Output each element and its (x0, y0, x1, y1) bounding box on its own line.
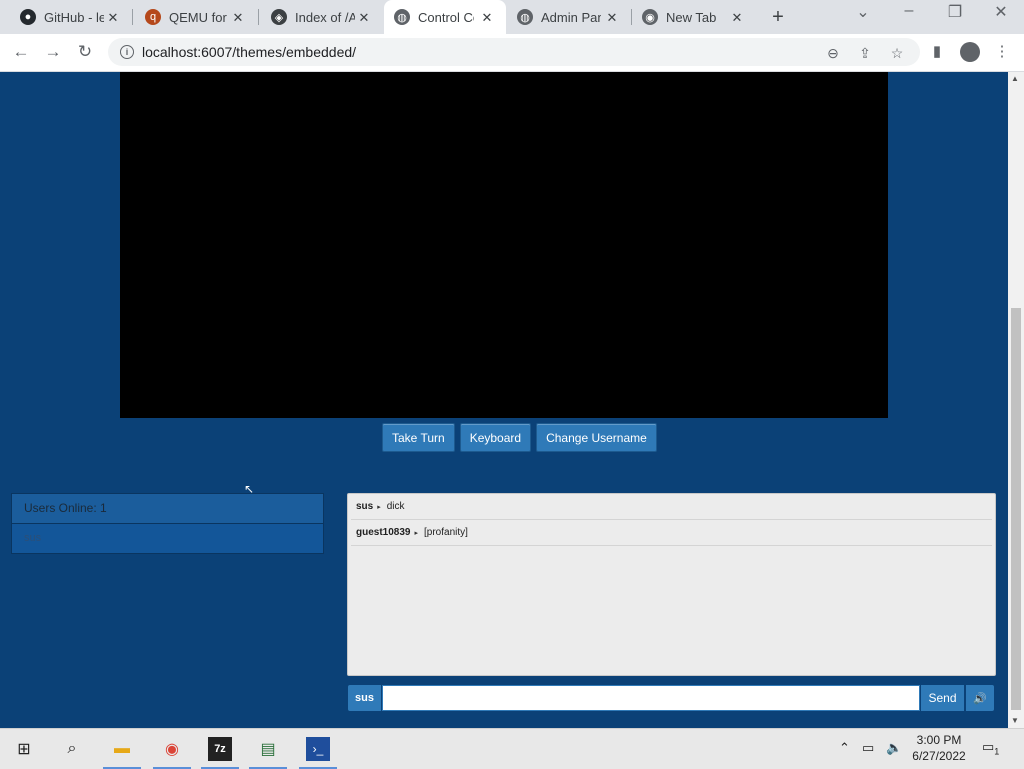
scroll-up-icon[interactable]: ▲ (1011, 74, 1019, 83)
tab-control-collab[interactable]: ◍ Control Co ✕ (384, 0, 506, 34)
restore-icon[interactable]: ❐ (943, 2, 967, 22)
tab-title: GitHub - le (44, 9, 104, 25)
side-panel-icon[interactable]: ▮ (927, 42, 947, 60)
browser-toolbar: ← → ↻ i localhost:6007/themes/embedded/ … (0, 34, 1024, 72)
close-icon[interactable]: ✕ (480, 10, 494, 26)
powershell-icon[interactable]: ›_ (306, 737, 330, 761)
page-content: Take Turn Keyboard Change Username Users… (0, 72, 1008, 728)
chat-input-row: sus Send 🔊 (347, 684, 994, 712)
close-icon[interactable]: ✕ (106, 10, 120, 26)
tab-title: Index of /A (295, 9, 355, 25)
chrome-icon: ◉ (642, 9, 658, 25)
tab-title: Control Co (418, 9, 474, 25)
scrollbar-thumb[interactable] (1011, 308, 1021, 710)
tab-github[interactable]: ● GitHub - le ✕ (0, 0, 132, 34)
chat-text: dick (386, 501, 405, 512)
mouse-cursor-icon: ↖ (244, 482, 255, 496)
window-close-icon[interactable]: ✕ (989, 2, 1013, 22)
user-list-item[interactable]: sus (12, 524, 323, 553)
github-icon: ● (20, 9, 36, 25)
globe-icon: ◍ (394, 9, 410, 25)
tab-title: New Tab (666, 9, 717, 25)
notification-count: 1 (994, 746, 1000, 757)
globe-icon: ◍ (517, 9, 533, 25)
tab-strip: ● GitHub - le ✕ q QEMU for V ✕ ◈ Index o… (0, 0, 1024, 34)
forward-icon[interactable]: → (42, 41, 64, 63)
chat-message: sus ▸ dick (351, 494, 992, 520)
vm-display[interactable] (120, 72, 888, 418)
index-icon: ◈ (271, 9, 287, 25)
windows-start-icon[interactable]: ⊞ (12, 737, 36, 761)
close-icon[interactable]: ✕ (231, 10, 245, 26)
page-scrollbar[interactable]: ▲ ▼ (1008, 72, 1024, 728)
chrome-icon[interactable]: ◉ (160, 737, 184, 761)
reload-icon[interactable]: ↻ (74, 41, 96, 63)
users-online-panel: Users Online: 1 sus (11, 493, 324, 554)
tab-title: QEMU for V (169, 9, 229, 25)
new-tab-icon[interactable]: + (768, 6, 788, 29)
7zip-icon[interactable]: 7z (208, 737, 232, 761)
network-icon[interactable]: ▭ (862, 740, 874, 756)
change-username-button[interactable]: Change Username (536, 423, 657, 452)
info-icon[interactable]: i (120, 45, 134, 59)
minimize-icon[interactable]: – (897, 2, 921, 20)
tab-title: Admin Pan (541, 9, 601, 25)
app-window-icon[interactable]: ▤ (256, 737, 280, 761)
close-icon[interactable]: ✕ (605, 10, 619, 26)
chat-message: guest10839 ▸ [profanity] (351, 520, 992, 546)
chat-username-label: sus (348, 685, 381, 711)
file-explorer-icon[interactable]: ▬ (110, 737, 134, 761)
arrow-right-icon: ▸ (414, 529, 418, 537)
chat-username: guest10839 (356, 527, 411, 538)
back-icon[interactable]: ← (10, 41, 32, 63)
chat-log: sus ▸ dick guest10839 ▸ [profanity] (347, 493, 996, 676)
windows-taskbar: ⊞ ⌕ ▬ ◉ 7z ▤ ›_ ⌃ ▭ 🔈 3:00 PM 6/27/2022 … (0, 728, 1024, 769)
volume-icon[interactable]: 🔊 (966, 685, 994, 711)
qemu-icon: q (145, 9, 161, 25)
keyboard-button[interactable]: Keyboard (459, 423, 532, 452)
tab-new-tab[interactable]: ◉ New Tab ✕ (632, 0, 756, 34)
chevron-up-icon[interactable]: ⌃ (839, 740, 850, 756)
zoom-icon[interactable]: ⊖ (824, 45, 842, 62)
taskbar-clock[interactable]: 3:00 PM 6/27/2022 (904, 732, 974, 764)
share-icon[interactable]: ⇪ (856, 45, 874, 62)
profile-avatar[interactable] (960, 42, 980, 62)
chevron-down-icon[interactable]: ⌄ (851, 2, 875, 22)
tab-admin-panel[interactable]: ◍ Admin Pan ✕ (507, 0, 631, 34)
send-button[interactable]: Send (921, 685, 964, 711)
close-icon[interactable]: ✕ (357, 10, 371, 26)
close-icon[interactable]: ✕ (730, 10, 744, 26)
chat-username: sus (356, 501, 374, 512)
address-bar[interactable]: i localhost:6007/themes/embedded/ ⊖ ⇪ ☆ (108, 38, 920, 66)
notification-icon[interactable]: ▭1 (982, 739, 1002, 757)
search-icon[interactable]: ⌕ (60, 737, 84, 761)
clock-time: 3:00 PM (916, 733, 962, 747)
chat-text: [profanity] (424, 527, 468, 538)
speaker-icon[interactable]: 🔈 (886, 740, 902, 756)
arrow-right-icon: ▸ (377, 503, 381, 511)
chat-input[interactable] (382, 685, 920, 711)
users-online-header: Users Online: 1 (12, 494, 323, 524)
clock-date: 6/27/2022 (912, 749, 966, 763)
tab-qemu[interactable]: q QEMU for V ✕ (133, 0, 257, 34)
scroll-down-icon[interactable]: ▼ (1011, 716, 1019, 725)
take-turn-button[interactable]: Take Turn (382, 423, 455, 452)
vm-button-bar: Take Turn Keyboard Change Username (382, 423, 657, 452)
bookmark-star-icon[interactable]: ☆ (888, 45, 906, 62)
menu-kebab-icon[interactable]: ⋮ (992, 42, 1012, 60)
url-text: localhost:6007/themes/embedded/ (142, 44, 357, 60)
tab-index[interactable]: ◈ Index of /A ✕ (259, 0, 383, 34)
